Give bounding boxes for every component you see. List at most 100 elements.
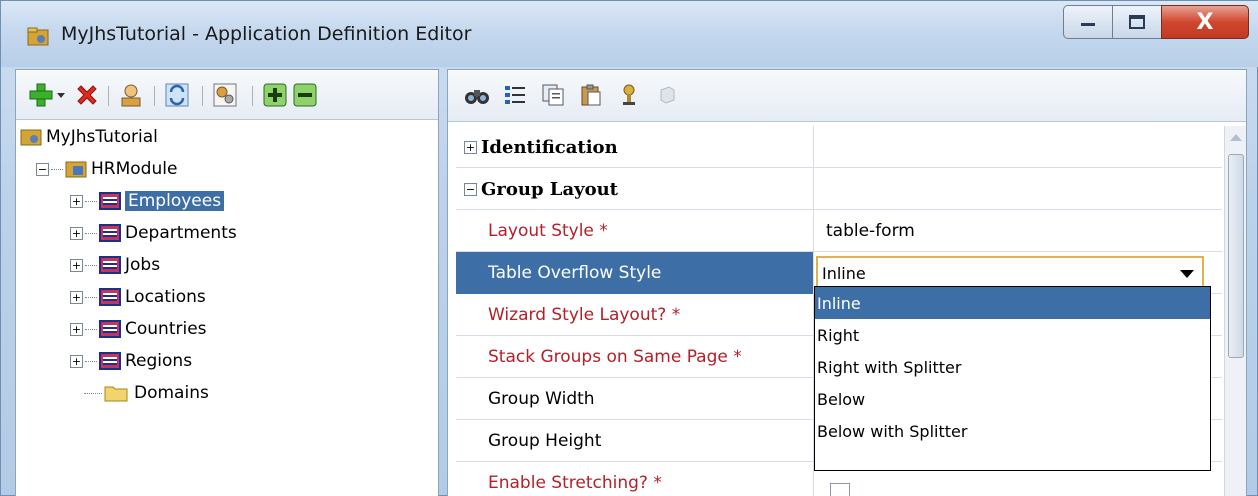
group-row-layout[interactable]: − Group Layout	[456, 168, 1222, 210]
property-name: Group Height	[456, 420, 814, 462]
tree-item-employees[interactable]: + Employees	[70, 186, 225, 216]
user-icon	[121, 84, 141, 107]
tree-item-label: Departments	[125, 223, 237, 243]
tree-root-label: MyJhsTutorial	[46, 127, 158, 147]
list-icon	[505, 86, 525, 104]
tree-item-regions[interactable]: + Regions	[70, 346, 192, 376]
properties-toolbar	[448, 70, 1246, 122]
group-header[interactable]: − Group Layout	[456, 168, 814, 210]
dropdown-option[interactable]: Inline	[815, 287, 1210, 319]
toolbar-separator	[154, 86, 155, 106]
property-row[interactable]: Layout Style * table-form	[456, 210, 1222, 252]
application-window: MyJhsTutorial - Application Definition E…	[0, 0, 1258, 496]
expand-toggle-icon[interactable]: +	[70, 290, 83, 304]
close-button[interactable]: X	[1161, 5, 1249, 39]
enable-stretching-checkbox[interactable]	[830, 483, 850, 496]
entity-icon	[99, 224, 121, 242]
tree-item-label: Countries	[125, 319, 207, 339]
minimize-button[interactable]	[1063, 5, 1113, 39]
dropdown-option[interactable]: Below	[815, 383, 1210, 415]
generate-button[interactable]	[210, 80, 240, 110]
tree-item-label: Jobs	[125, 255, 161, 275]
expand-all-icon	[263, 83, 287, 107]
generate-icon	[213, 83, 237, 107]
expand-all-button[interactable]	[260, 80, 290, 110]
vertical-scrollbar[interactable]	[1224, 126, 1246, 496]
copy-button[interactable]	[538, 80, 568, 110]
table-overflow-select[interactable]: Inline	[816, 256, 1204, 290]
pin-button[interactable]	[614, 80, 644, 110]
tree-connector	[51, 168, 63, 170]
expand-toggle-icon[interactable]: +	[70, 322, 83, 336]
categorized-button[interactable]	[500, 80, 530, 110]
property-value[interactable]: table-form	[814, 210, 1222, 252]
tree-item-locations[interactable]: + Locations	[70, 282, 206, 312]
paste-button[interactable]	[576, 80, 606, 110]
group-header[interactable]: + Identification	[456, 126, 814, 168]
collapse-all-button[interactable]	[290, 80, 320, 110]
plugin-button[interactable]	[652, 80, 682, 110]
application-icon	[20, 129, 42, 146]
entity-icon	[99, 192, 121, 210]
tree-item-label: Employees	[125, 191, 225, 211]
refresh-button[interactable]	[162, 80, 192, 110]
expand-toggle-icon[interactable]: +	[70, 258, 83, 272]
tree-connector	[85, 360, 97, 362]
tree-module[interactable]: − HRModule	[36, 154, 177, 184]
group-label: Group Layout	[481, 178, 618, 200]
dropdown-arrow-icon	[57, 93, 65, 98]
add-dropdown-button[interactable]	[54, 80, 68, 110]
minimize-icon	[1081, 23, 1095, 26]
expand-toggle-icon[interactable]: +	[70, 354, 83, 368]
select-value: Inline	[822, 263, 866, 283]
plugin-icon	[660, 86, 675, 104]
delete-button[interactable]	[72, 80, 102, 110]
tree-item-departments[interactable]: + Departments	[70, 218, 237, 248]
property-name: Stack Groups on Same Page *	[456, 336, 814, 378]
window-title: MyJhsTutorial - Application Definition E…	[61, 23, 472, 45]
copy-icon	[542, 84, 564, 106]
dropdown-option[interactable]: Below with Splitter	[815, 415, 1210, 447]
add-button[interactable]	[26, 80, 56, 110]
tree-root[interactable]: MyJhsTutorial	[20, 122, 158, 152]
title-bar[interactable]: MyJhsTutorial - Application Definition E…	[1, 1, 1258, 67]
user-button[interactable]	[116, 80, 146, 110]
group-label: Identification	[481, 136, 618, 158]
collapse-toggle-icon[interactable]: −	[464, 182, 477, 196]
tree-item-countries[interactable]: + Countries	[70, 314, 207, 344]
find-button[interactable]	[462, 80, 492, 110]
paste-icon	[581, 84, 601, 106]
group-value-cell	[814, 168, 1222, 210]
scroll-up-icon[interactable]	[1230, 134, 1242, 141]
folder-icon	[104, 386, 128, 402]
expand-toggle-icon[interactable]: +	[70, 226, 83, 240]
delete-icon	[77, 85, 97, 105]
app-icon	[27, 27, 49, 46]
dropdown-option[interactable]: Right	[815, 319, 1210, 351]
module-icon	[65, 161, 87, 178]
expand-toggle-icon[interactable]: +	[464, 140, 477, 154]
add-icon	[29, 83, 53, 107]
tree-item-domains[interactable]: Domains	[84, 378, 209, 408]
property-name: Table Overflow Style	[456, 252, 814, 294]
entity-icon	[99, 320, 121, 338]
dropdown-option[interactable]: Right with Splitter	[815, 351, 1210, 383]
scroll-thumb[interactable]	[1228, 154, 1244, 358]
group-row-identification[interactable]: + Identification	[456, 126, 1222, 168]
tree-item-jobs[interactable]: + Jobs	[70, 250, 160, 280]
refresh-icon	[165, 83, 189, 107]
chevron-down-icon[interactable]	[1180, 270, 1194, 278]
entity-icon	[99, 352, 121, 370]
tree-connector	[84, 392, 102, 394]
tree-item-label: Locations	[125, 287, 206, 307]
tree-connector	[85, 296, 97, 298]
collapse-toggle-icon[interactable]: −	[36, 162, 49, 176]
group-value-cell	[814, 126, 1222, 168]
maximize-button[interactable]	[1112, 5, 1162, 39]
property-name: Enable Stretching? *	[456, 462, 814, 496]
tree-item-label: Regions	[125, 351, 193, 371]
expand-toggle-icon[interactable]: +	[70, 194, 83, 208]
tree-connector	[85, 328, 97, 330]
entity-icon	[99, 256, 121, 274]
close-icon: X	[1196, 9, 1214, 35]
